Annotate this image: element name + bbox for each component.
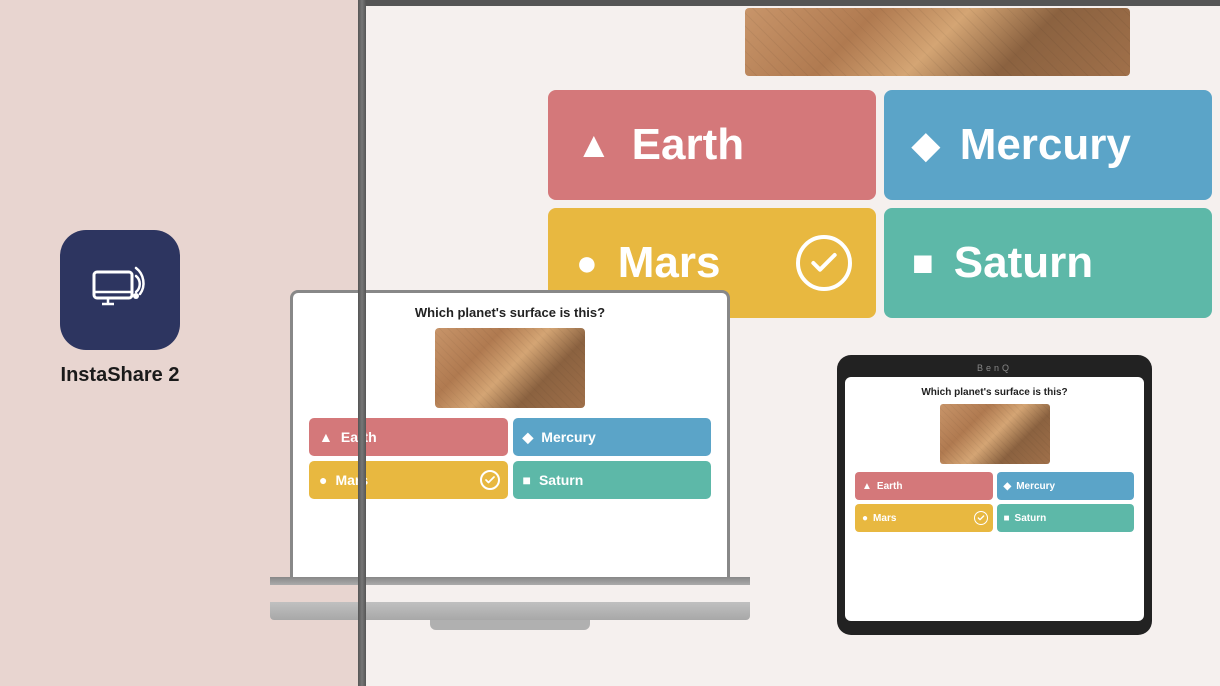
app-name-label: InstaShare 2 [61,364,180,387]
tablet-question: Which planet's surface is this? [855,387,1134,398]
monitor-stand [358,0,366,686]
laptop-answer-grid: ▲ Earth ◆ Mercury ● Mars [309,418,711,499]
laptop-answer-mars[interactable]: ● Mars [309,461,508,499]
laptop: Which planet's surface is this? ▲ Earth … [270,290,750,640]
big-answer-earth[interactable]: ▲ Earth [548,90,876,200]
big-surface-image [745,8,1130,76]
tablet-answer-grid: ▲ Earth ◆ Mercury ● Mars ■ Saturn [855,472,1134,532]
tablet-surface-image [940,404,1050,464]
tablet-answer-saturn[interactable]: ■ Saturn [997,504,1135,532]
laptop-screen: Which planet's surface is this? ▲ Earth … [290,290,730,580]
mars-label: Mars [618,238,721,288]
mercury-label: Mercury [960,120,1131,170]
instashare-icon [84,254,156,326]
tablet-brand-label: BenQ [845,363,1144,373]
big-answer-mercury[interactable]: ◆ Mercury [884,90,1212,200]
mercury-shape-icon: ◆ [912,124,940,166]
earth-shape-icon: ▲ [576,124,612,166]
laptop-mercury-shape: ◆ [523,429,534,446]
tablet-mars-shape: ● [862,513,868,524]
mars-check-badge [796,235,852,291]
big-answer-saturn[interactable]: ■ Saturn [884,208,1212,318]
app-icon[interactable] [60,230,180,350]
laptop-answer-earth[interactable]: ▲ Earth [309,418,508,456]
tablet-saturn-label: Saturn [1015,513,1047,524]
laptop-earth-shape: ▲ [319,429,333,445]
laptop-mars-check [480,470,500,490]
laptop-answer-mercury[interactable]: ◆ Mercury [513,418,712,456]
laptop-question: Which planet's surface is this? [309,305,711,320]
big-answer-grid: ▲ Earth ◆ Mercury ● Mars ■ Saturn [540,90,1220,318]
laptop-answer-saturn[interactable]: ■ Saturn [513,461,712,499]
laptop-surface-image [435,328,585,408]
tablet-answer-earth[interactable]: ▲ Earth [855,472,993,500]
tablet: BenQ Which planet's surface is this? ▲ E… [837,355,1152,635]
saturn-label: Saturn [954,238,1093,288]
laptop-base [270,602,750,620]
tablet-screen: Which planet's surface is this? ▲ Earth … [845,377,1144,621]
mars-shape-icon: ● [576,242,598,284]
tablet-earth-shape: ▲ [862,481,872,492]
tablet-mars-check [974,511,988,525]
tablet-mars-label: Mars [873,513,896,524]
laptop-foot [430,620,590,630]
earth-label: Earth [632,120,744,170]
big-screen-bar [360,0,1220,6]
laptop-mars-shape: ● [319,472,327,488]
tablet-mercury-shape: ◆ [1004,481,1012,492]
tablet-mercury-label: Mercury [1016,481,1055,492]
app-section: InstaShare 2 [60,230,180,387]
tablet-answer-mars[interactable]: ● Mars [855,504,993,532]
tablet-earth-label: Earth [877,481,903,492]
tablet-answer-mercury[interactable]: ◆ Mercury [997,472,1135,500]
saturn-shape-icon: ■ [912,242,934,284]
laptop-saturn-shape: ■ [523,472,531,488]
tablet-saturn-shape: ■ [1004,513,1010,524]
laptop-saturn-label: Saturn [539,472,583,488]
laptop-mercury-label: Mercury [541,429,595,445]
laptop-hinge [270,577,750,585]
